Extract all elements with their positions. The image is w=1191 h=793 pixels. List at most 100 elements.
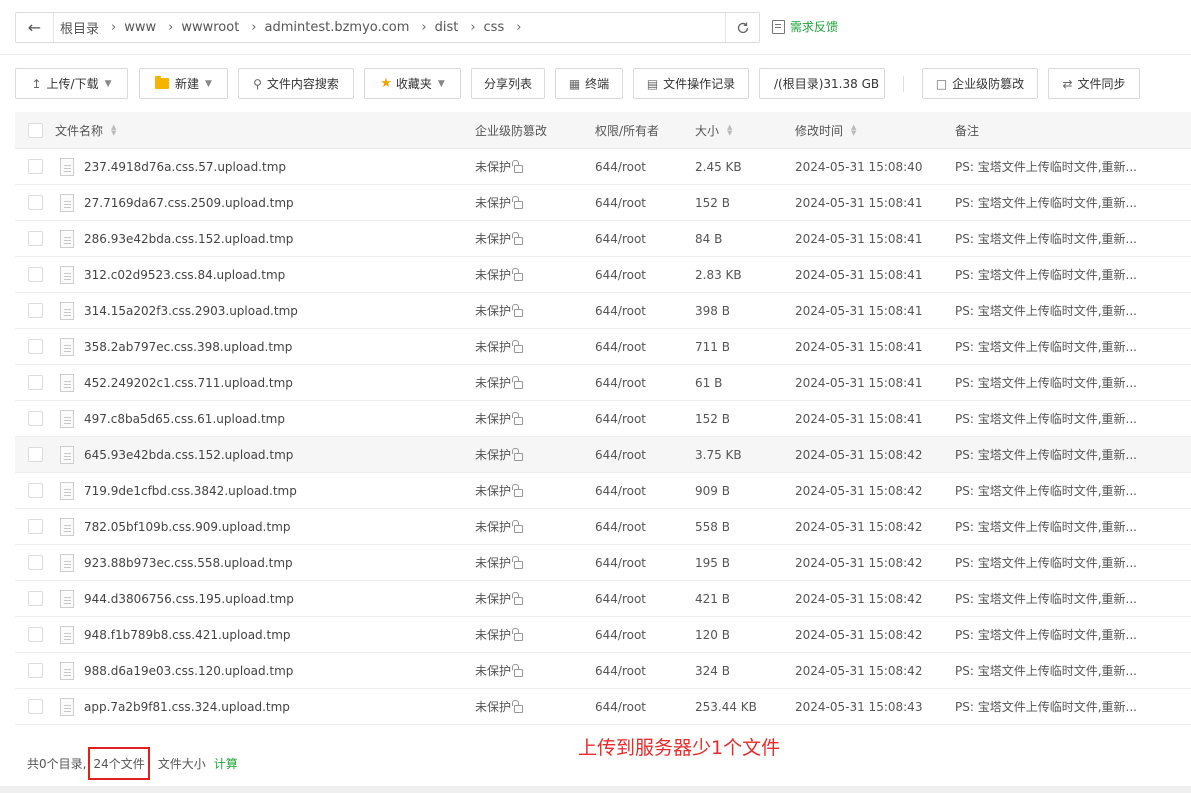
permission[interactable]: 644/root	[595, 556, 695, 570]
file-name[interactable]: 27.7169da67.css.2509.upload.tmp	[84, 196, 294, 210]
calculate-link[interactable]: 计算	[214, 755, 238, 772]
lock-icon[interactable]	[512, 375, 524, 389]
table-row[interactable]: 27.7169da67.css.2509.upload.tmp 未保护 644/ro…	[15, 185, 1191, 221]
file-name[interactable]: 645.93e42bda.css.152.upload.tmp	[84, 448, 293, 462]
back-button[interactable]: ←	[16, 13, 54, 42]
operation-log-button[interactable]: ▤ 文件操作记录	[633, 68, 749, 99]
table-row[interactable]: 286.93e42bda.css.152.upload.tmp 未保护 644/ro…	[15, 221, 1191, 257]
row-checkbox[interactable]	[27, 663, 43, 678]
table-row[interactable]: 923.88b973ec.css.558.upload.tmp 未保护 644/ro…	[15, 545, 1191, 581]
permission[interactable]: 644/root	[595, 628, 695, 642]
table-row[interactable]: 237.4918d76a.css.57.upload.tmp 未保护 644/roo…	[15, 149, 1191, 185]
breadcrumb-item[interactable]: wwwroot ›	[177, 13, 260, 42]
permission[interactable]: 644/root	[595, 232, 695, 246]
table-row[interactable]: 782.05bf109b.css.909.upload.tmp 未保护 644/ro…	[15, 509, 1191, 545]
row-checkbox[interactable]	[27, 627, 43, 642]
content-search-button[interactable]: ⚲ 文件内容搜索	[238, 68, 354, 99]
row-checkbox[interactable]	[27, 375, 43, 390]
permission[interactable]: 644/root	[595, 268, 695, 282]
table-row[interactable]: 358.2ab797ec.css.398.upload.tmp 未保护 644/ro…	[15, 329, 1191, 365]
row-checkbox[interactable]	[27, 519, 43, 534]
permission[interactable]: 644/root	[595, 448, 695, 462]
file-name[interactable]: 452.249202c1.css.711.upload.tmp	[84, 376, 293, 390]
file-name[interactable]: 988.d6a19e03.css.120.upload.tmp	[84, 664, 293, 678]
lock-icon[interactable]	[512, 699, 524, 713]
file-sync-button[interactable]: ⇄ 文件同步	[1048, 68, 1140, 99]
lock-icon[interactable]	[512, 195, 524, 209]
permission[interactable]: 644/root	[595, 340, 695, 354]
terminal-button[interactable]: ▦ 终端	[555, 68, 623, 99]
permission[interactable]: 644/root	[595, 304, 695, 318]
lock-icon[interactable]	[512, 447, 524, 461]
row-checkbox[interactable]	[27, 447, 43, 462]
row-checkbox[interactable]	[27, 411, 43, 426]
disk-usage-button[interactable]: /(根目录)31.38 GB	[759, 68, 885, 99]
file-name[interactable]: 948.f1b789b8.css.421.upload.tmp	[84, 628, 291, 642]
file-name[interactable]: app.7a2b9f81.css.324.upload.tmp	[84, 700, 290, 714]
table-row[interactable]: 314.15a202f3.css.2903.upload.tmp 未保护 644/r…	[15, 293, 1191, 329]
permission[interactable]: 644/root	[595, 700, 695, 714]
column-header-size[interactable]: 大小 ▲ ▼	[695, 122, 795, 139]
lock-icon[interactable]	[512, 159, 524, 173]
lock-icon[interactable]	[512, 555, 524, 569]
favorites-button[interactable]: ★ 收藏夹 ▼	[364, 68, 461, 99]
tamper-proof-button[interactable]: □ 企业级防篡改	[922, 68, 1038, 99]
column-header-name[interactable]: 文件名称 ▲ ▼	[55, 122, 475, 139]
lock-icon[interactable]	[512, 627, 524, 641]
permission[interactable]: 644/root	[595, 664, 695, 678]
breadcrumb-item[interactable]: css ›	[480, 13, 526, 42]
breadcrumb-item[interactable]: dist ›	[431, 13, 480, 42]
file-name[interactable]: 923.88b973ec.css.558.upload.tmp	[84, 556, 293, 570]
new-button[interactable]: 新建 ▼	[139, 68, 228, 99]
row-checkbox[interactable]	[27, 267, 43, 282]
breadcrumb-item[interactable]: www ›	[120, 13, 177, 42]
table-row[interactable]: 948.f1b789b8.css.421.upload.tmp 未保护 644/ro…	[15, 617, 1191, 653]
lock-icon[interactable]	[512, 411, 524, 425]
lock-icon[interactable]	[512, 591, 524, 605]
row-checkbox[interactable]	[27, 231, 43, 246]
row-checkbox[interactable]	[27, 591, 43, 606]
permission[interactable]: 644/root	[595, 160, 695, 174]
row-checkbox[interactable]	[27, 303, 43, 318]
permission[interactable]: 644/root	[595, 412, 695, 426]
table-row[interactable]: 452.249202c1.css.711.upload.tmp 未保护 644/ro…	[15, 365, 1191, 401]
select-all-checkbox[interactable]	[27, 122, 43, 138]
permission[interactable]: 644/root	[595, 196, 695, 210]
permission[interactable]: 644/root	[595, 520, 695, 534]
row-checkbox[interactable]	[27, 195, 43, 210]
file-name[interactable]: 286.93e42bda.css.152.upload.tmp	[84, 232, 293, 246]
table-row[interactable]: 645.93e42bda.css.152.upload.tmp 未保护 644/ro…	[15, 437, 1191, 473]
table-row[interactable]: 497.c8ba5d65.css.61.upload.tmp 未保护 644/roo…	[15, 401, 1191, 437]
upload-download-button[interactable]: ↥ 上传/下载 ▼	[15, 68, 128, 99]
breadcrumb-item[interactable]: 根目录 ›	[54, 13, 120, 42]
file-name[interactable]: 358.2ab797ec.css.398.upload.tmp	[84, 340, 292, 354]
table-row[interactable]: 719.9de1cfbd.css.3842.upload.tmp 未保护 644/r…	[15, 473, 1191, 509]
row-checkbox[interactable]	[27, 339, 43, 354]
lock-icon[interactable]	[512, 483, 524, 497]
column-header-mtime[interactable]: 修改时间 ▲ ▼	[795, 122, 955, 139]
file-name[interactable]: 497.c8ba5d65.css.61.upload.tmp	[84, 412, 285, 426]
row-checkbox[interactable]	[27, 483, 43, 498]
lock-icon[interactable]	[512, 663, 524, 677]
lock-icon[interactable]	[512, 303, 524, 317]
share-list-button[interactable]: 分享列表	[471, 68, 545, 99]
lock-icon[interactable]	[512, 231, 524, 245]
permission[interactable]: 644/root	[595, 592, 695, 606]
path-bar[interactable]: ← 根目录 › www › wwwroot › admintest.bzmyo.com › di…	[15, 12, 760, 43]
file-name[interactable]: 782.05bf109b.css.909.upload.tmp	[84, 520, 291, 534]
permission[interactable]: 644/root	[595, 484, 695, 498]
permission[interactable]: 644/root	[595, 376, 695, 390]
table-row[interactable]: 944.d3806756.css.195.upload.tmp 未保护 644/ro…	[15, 581, 1191, 617]
feedback-link[interactable]: 需求反馈	[772, 18, 838, 35]
table-row[interactable]: app.7a2b9f81.css.324.upload.tmp 未保护 644/ro…	[15, 689, 1191, 725]
file-name[interactable]: 312.c02d9523.css.84.upload.tmp	[84, 268, 285, 282]
lock-icon[interactable]	[512, 339, 524, 353]
breadcrumb-item[interactable]: admintest.bzmyo.com ›	[261, 13, 431, 42]
table-row[interactable]: 312.c02d9523.css.84.upload.tmp 未保护 644/roo…	[15, 257, 1191, 293]
lock-icon[interactable]	[512, 267, 524, 281]
table-row[interactable]: 988.d6a19e03.css.120.upload.tmp 未保护 644/ro…	[15, 653, 1191, 689]
row-checkbox[interactable]	[27, 555, 43, 570]
row-checkbox[interactable]	[27, 699, 43, 714]
file-name[interactable]: 944.d3806756.css.195.upload.tmp	[84, 592, 294, 606]
row-checkbox[interactable]	[27, 159, 43, 174]
